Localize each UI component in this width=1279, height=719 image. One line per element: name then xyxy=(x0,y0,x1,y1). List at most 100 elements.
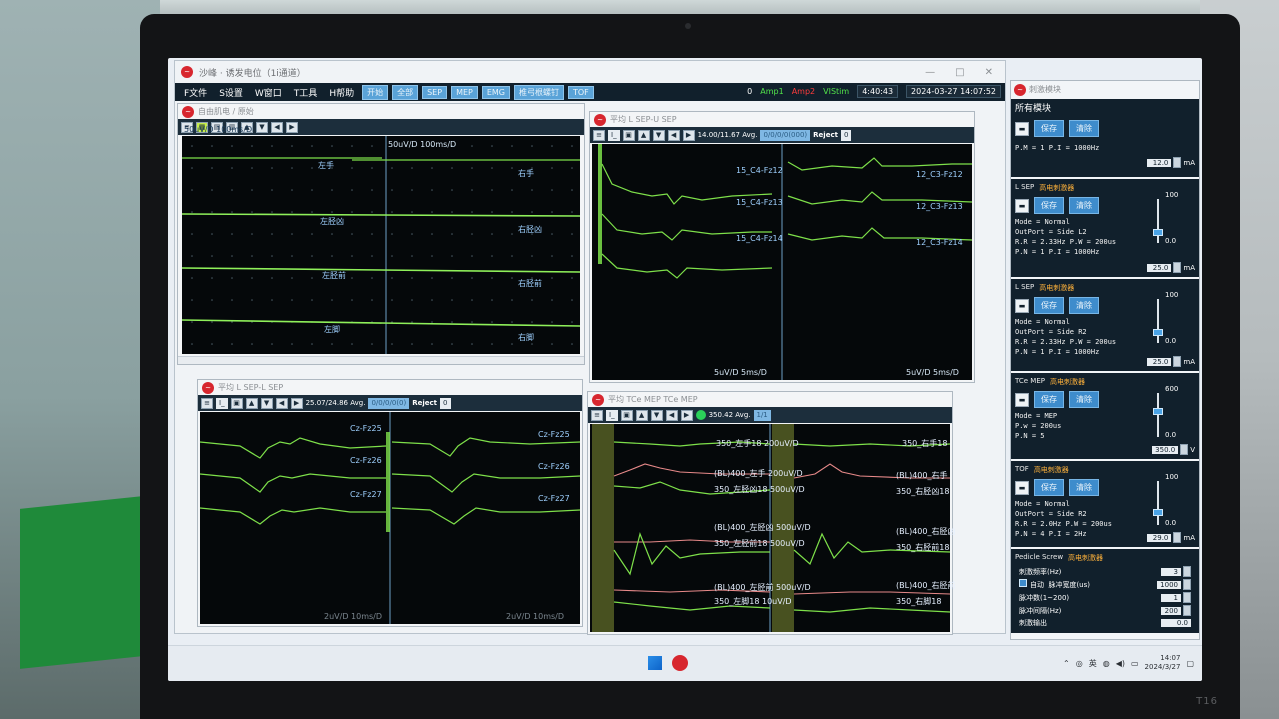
intensity-spinner[interactable] xyxy=(1173,262,1182,273)
slider-knob[interactable] xyxy=(1153,229,1163,236)
close-icon[interactable]: ✕ xyxy=(985,67,993,78)
menu-settings[interactable]: S设置 xyxy=(214,86,248,99)
minimize-icon[interactable]: — xyxy=(925,67,935,78)
tray-volume-icon[interactable]: ◀) xyxy=(1116,659,1125,668)
toolbar-pedicle-button[interactable]: 椎弓根螺钉 xyxy=(514,84,564,100)
plot-free-emg: 50uV/D 100ms/D 50uV/D 100ms/D 左手 左胫凶 左胫前… xyxy=(182,125,580,354)
intensity-spinner[interactable] xyxy=(1173,157,1182,168)
module-clear-button[interactable]: 清除 xyxy=(1069,297,1099,314)
module-save-button[interactable]: 保存 xyxy=(1034,197,1064,214)
intensity-value[interactable]: 12.0 xyxy=(1147,158,1172,167)
tray-network-icon[interactable]: ◍ xyxy=(1103,659,1110,668)
toolbar-emg-button[interactable]: EMG xyxy=(481,85,510,99)
chevron-up-icon[interactable]: ▲ xyxy=(245,397,258,409)
chevron-right-icon[interactable]: ▶ xyxy=(290,397,303,409)
chevron-down-icon[interactable]: ▼ xyxy=(260,397,273,409)
menu-icon[interactable]: ≡ xyxy=(591,409,603,421)
toolbar-start-button[interactable]: 开始 xyxy=(362,84,389,100)
channel-selector[interactable]: I_ xyxy=(608,129,620,141)
chevron-left-icon[interactable]: ◀ xyxy=(271,121,283,133)
toolbar-tof-button[interactable]: TOF xyxy=(568,85,594,99)
slider-track[interactable] xyxy=(1157,199,1159,243)
module-toggle-icon[interactable]: ▬ xyxy=(1015,121,1029,136)
auto-checkbox[interactable] xyxy=(1019,579,1027,587)
slider-knob[interactable] xyxy=(1153,408,1163,416)
module-toggle-icon[interactable]: ▬ xyxy=(1015,198,1029,213)
pedicle-row-value[interactable]: 1 xyxy=(1161,593,1181,602)
module-clear-button[interactable]: 清除 xyxy=(1069,197,1099,214)
notification-icon[interactable]: ▢ xyxy=(1186,659,1194,668)
pedicle-spinner[interactable] xyxy=(1183,579,1191,590)
chevron-right-icon[interactable]: ▶ xyxy=(286,121,298,133)
intensity-value[interactable]: 25.0 xyxy=(1147,357,1172,366)
slider-knob[interactable] xyxy=(1153,509,1163,517)
module-clear-button[interactable]: 清除 xyxy=(1069,479,1099,496)
save-icon[interactable]: ▣ xyxy=(622,129,635,141)
module-toggle-icon[interactable]: ▬ xyxy=(1015,480,1029,495)
tray-battery-icon[interactable]: ▭ xyxy=(1131,659,1139,668)
chevron-down-icon[interactable]: ▼ xyxy=(256,121,268,133)
trace-cz-fz27-right xyxy=(391,507,580,525)
average-box[interactable]: 0/0/0/0(000) xyxy=(760,129,811,141)
tray-app-icon[interactable]: ◎ xyxy=(1076,659,1083,668)
clear-all-button[interactable]: 清除 xyxy=(1069,120,1099,137)
reject-field[interactable]: 0 xyxy=(840,129,852,141)
chevron-left-icon[interactable]: ◀ xyxy=(665,409,678,421)
save-icon[interactable]: ▣ xyxy=(620,409,633,421)
save-all-button[interactable]: 保存 xyxy=(1034,120,1064,137)
menu-help[interactable]: H帮助 xyxy=(324,86,359,99)
module-toggle-icon[interactable]: ▬ xyxy=(1015,392,1029,407)
intensity-value[interactable]: 25.0 xyxy=(1147,263,1172,272)
save-icon[interactable]: ▣ xyxy=(230,397,243,409)
tray-clock[interactable]: 14:07 2024/3/27 xyxy=(1145,654,1181,672)
tray-chevron-icon[interactable]: ⌃ xyxy=(1063,659,1070,668)
pedicle-spinner[interactable] xyxy=(1183,566,1191,577)
pedicle-row-value[interactable]: 1000 xyxy=(1157,580,1181,589)
menu-icon[interactable]: ≡ xyxy=(201,397,213,409)
chevron-right-icon[interactable]: ▶ xyxy=(680,409,693,421)
intensity-value[interactable]: 350.0 xyxy=(1152,445,1179,454)
menu-file[interactable]: F文件 xyxy=(179,86,212,99)
module-save-button[interactable]: 保存 xyxy=(1034,479,1064,496)
windows-start-icon[interactable] xyxy=(648,656,662,670)
module-toggle-icon[interactable]: ▬ xyxy=(1015,298,1029,313)
pedicle-spinner[interactable] xyxy=(1183,592,1191,603)
chevron-left-icon[interactable]: ◀ xyxy=(667,129,680,141)
pedicle-output-value[interactable]: 0.0 xyxy=(1161,619,1191,627)
toolbar-sep-button[interactable]: SEP xyxy=(422,85,448,99)
chevron-right-icon[interactable]: ▶ xyxy=(682,129,695,141)
channel-selector[interactable]: I_ xyxy=(216,397,228,409)
chevron-up-icon[interactable]: ▲ xyxy=(635,409,648,421)
module-save-button[interactable]: 保存 xyxy=(1034,391,1064,408)
slider-track[interactable] xyxy=(1157,481,1159,525)
toolbar-all-button[interactable]: 全部 xyxy=(392,84,419,100)
reject-field[interactable]: 0 xyxy=(440,397,451,409)
system-tray: ⌃ ◎ 英 ◍ ◀) ▭ 14:07 2024/3/27 ▢ xyxy=(1063,654,1194,672)
chevron-left-icon[interactable]: ◀ xyxy=(275,397,288,409)
slider-knob[interactable] xyxy=(1153,329,1163,336)
intensity-spinner[interactable] xyxy=(1180,444,1189,455)
module-clear-button[interactable]: 清除 xyxy=(1069,391,1099,408)
chevron-down-icon[interactable]: ▼ xyxy=(650,409,663,421)
menu-window[interactable]: W窗口 xyxy=(250,86,287,99)
channel-selector[interactable]: I_ xyxy=(606,409,618,421)
slider-track[interactable] xyxy=(1157,299,1159,343)
menu-tools[interactable]: T工具 xyxy=(289,86,323,99)
intensity-spinner[interactable] xyxy=(1173,532,1182,543)
average-box[interactable]: 0/0/0/0(0) xyxy=(368,397,410,409)
pedicle-row-value[interactable]: 3 xyxy=(1161,567,1181,576)
module-save-button[interactable]: 保存 xyxy=(1034,297,1064,314)
pedicle-spinner[interactable] xyxy=(1183,605,1191,616)
menu-icon[interactable]: ≡ xyxy=(593,129,605,141)
average-box[interactable]: 1/1 xyxy=(753,409,771,421)
chevron-up-icon[interactable]: ▲ xyxy=(637,129,650,141)
intensity-value[interactable]: 29.0 xyxy=(1147,533,1172,542)
tray-language[interactable]: 英 xyxy=(1089,658,1097,669)
chevron-down-icon[interactable]: ▼ xyxy=(652,129,665,141)
maximize-icon[interactable]: □ xyxy=(955,67,964,78)
pedicle-row-value[interactable]: 200 xyxy=(1161,606,1181,615)
toolbar-mep-button[interactable]: MEP xyxy=(451,85,478,99)
intensity-spinner[interactable] xyxy=(1173,356,1182,367)
horizontal-scrollbar[interactable] xyxy=(178,356,584,364)
taskbar-app-icon[interactable] xyxy=(672,655,688,671)
